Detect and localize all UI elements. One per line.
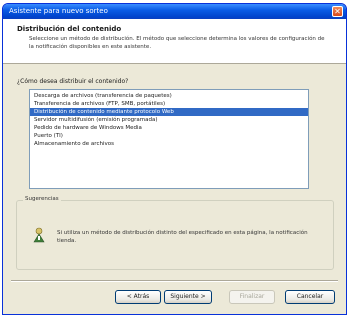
wizard-hint-icon (33, 227, 45, 243)
finish-button[interactable]: Finalizar (229, 290, 275, 304)
window-title: Asistente para nuevo sorteo (9, 7, 108, 15)
distribution-method-item[interactable]: Puerto (TI) (30, 132, 308, 140)
distribution-question-label: ¿Cómo desea distribuir el contenido? (17, 78, 129, 85)
page-title: Distribución del contenido (17, 25, 122, 33)
hint-text: Si utiliza un método de distribución dis… (57, 230, 308, 244)
hints-legend: Sugerencias (23, 196, 61, 202)
distribution-method-item[interactable]: Pedido de hardware de Windows Media (30, 124, 308, 132)
distribution-method-item[interactable]: Transferencia de archivos (FTP, SMB, por… (30, 100, 308, 108)
title-bar[interactable]: Asistente para nuevo sorteo ✕ (3, 4, 346, 19)
distribution-method-item[interactable]: Descarga de archivos (transferencia de p… (30, 92, 308, 100)
distribution-method-item[interactable]: Distribución de contenido mediante proto… (30, 108, 308, 116)
close-button[interactable]: ✕ (332, 6, 343, 17)
distribution-method-item[interactable]: Almacenamiento de archivos (30, 140, 308, 148)
next-button[interactable]: Siguiente > (164, 290, 212, 304)
distribution-method-list[interactable]: Descarga de archivos (transferencia de p… (29, 89, 309, 189)
wizard-header: Distribución del contenido Seleccione un… (3, 19, 346, 64)
wizard-window: Asistente para nuevo sorteo ✕ Distribuci… (2, 3, 347, 315)
close-icon: ✕ (334, 7, 341, 16)
page-description: Seleccione un método de distribución. El… (29, 36, 325, 50)
back-button[interactable]: < Atrás (115, 290, 161, 304)
cancel-button[interactable]: Cancelar (285, 290, 335, 304)
hints-group: Sugerencias Si utiliza un método de dist… (16, 196, 334, 270)
button-separator (11, 280, 338, 282)
distribution-method-item[interactable]: Servidor multidifusión (emisión programa… (30, 116, 308, 124)
